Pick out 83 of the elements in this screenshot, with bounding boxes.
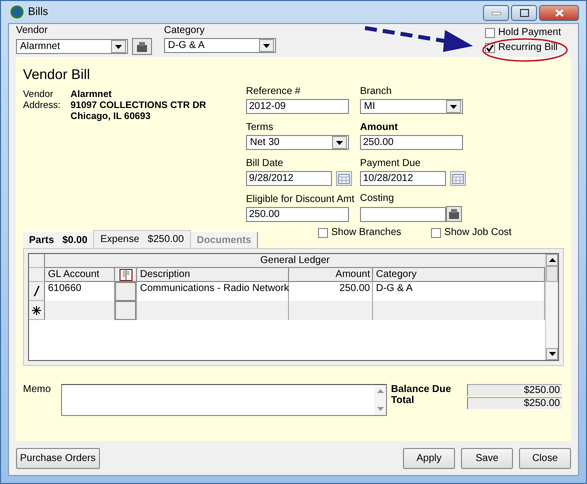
text-field[interactable]: 250.00 — [246, 207, 349, 222]
text-field[interactable]: 2012-09 — [246, 99, 349, 114]
up-arrow-icon — [376, 389, 384, 393]
corner-header — [29, 254, 45, 268]
costing-field[interactable] — [360, 206, 446, 222]
caret-icon — [336, 140, 343, 144]
memo-field[interactable] — [61, 384, 387, 416]
column-header[interactable]: Category — [373, 268, 545, 282]
memo-label: Memo — [23, 384, 52, 395]
address-line: Chicago, IL 60693 — [70, 111, 152, 122]
close-button[interactable] — [539, 5, 579, 21]
minimize-icon — [492, 12, 500, 14]
category-label: Category — [164, 25, 206, 37]
tab[interactable]: Parts $0.00 — [23, 232, 94, 248]
field-label: Payment Due — [360, 158, 422, 169]
option-checkbox[interactable]: Show Job Cost — [431, 227, 512, 238]
briefcase-icon — [448, 209, 460, 219]
briefcase-icon — [136, 42, 148, 52]
vendor-label: Vendor — [16, 25, 49, 37]
caret-icon — [115, 44, 122, 48]
purchase-orders-button[interactable]: Purchase Orders — [16, 448, 100, 468]
row-header[interactable] — [29, 282, 45, 301]
column-header[interactable]: Description — [137, 268, 289, 282]
scrollbar[interactable] — [545, 254, 558, 360]
minimize-button[interactable] — [483, 5, 509, 21]
address-label: Address: — [23, 100, 60, 111]
lookup-button[interactable] — [446, 206, 462, 222]
tab[interactable]: Expense $250.00 — [93, 230, 191, 248]
down-arrow-icon — [548, 352, 556, 356]
up-arrow-icon — [548, 258, 556, 262]
action-button[interactable]: Save — [461, 448, 513, 468]
action-button[interactable]: Close — [519, 448, 571, 468]
maximize-button[interactable] — [511, 5, 537, 21]
calendar-icon — [338, 174, 350, 184]
select-field[interactable]: MI — [360, 99, 463, 114]
field-label: Amount — [360, 122, 399, 133]
panel-title: Vendor Bill — [23, 66, 91, 84]
caret-icon — [450, 104, 457, 108]
address-line: 91097 COLLECTIONS CTR DR — [70, 100, 206, 111]
notebook-icon — [118, 268, 132, 280]
address-line: Alarmnet — [70, 89, 113, 100]
down-arrow-icon — [376, 407, 384, 411]
vendor-dropdown[interactable]: Alarmnet — [16, 39, 128, 54]
field-label: Branch — [360, 86, 393, 97]
field-label: Terms — [246, 122, 274, 133]
window-title: Bills — [28, 6, 48, 18]
option-checkbox[interactable]: Show Branches — [318, 227, 402, 238]
select-field[interactable]: Net 30 — [246, 135, 349, 150]
group-header: General Ledger — [45, 254, 545, 268]
pencil-icon — [32, 285, 40, 297]
text-field[interactable]: 250.00 — [360, 135, 463, 150]
calendar-button[interactable] — [336, 171, 352, 186]
address-label: Vendor — [23, 89, 54, 100]
column-header[interactable]: Amount — [289, 268, 373, 282]
date-field[interactable]: 9/28/2012 — [246, 171, 332, 186]
total-label: Total — [391, 395, 416, 406]
calendar-button[interactable] — [450, 171, 466, 186]
caret-icon — [263, 44, 270, 48]
scroll-thumb[interactable] — [546, 266, 558, 282]
row-button[interactable] — [115, 301, 136, 320]
column-header[interactable]: GL Account — [45, 268, 115, 282]
option-checkbox[interactable]: Hold Payment — [485, 27, 561, 38]
field-label: Costing — [360, 193, 395, 204]
date-field[interactable]: 10/28/2012 — [360, 171, 446, 186]
asterisk-icon — [32, 306, 41, 314]
close-icon — [554, 9, 564, 17]
total-value: $250.00 — [467, 397, 562, 409]
category-dropdown[interactable]: D-G & A — [164, 38, 276, 53]
checkmark-icon — [486, 44, 494, 52]
maximize-icon — [520, 9, 528, 17]
total-label: Balance Due — [391, 384, 452, 395]
corner-header — [29, 268, 45, 282]
app-logo-icon — [10, 5, 24, 19]
field-label: Reference # — [246, 86, 302, 97]
column-header[interactable] — [115, 268, 137, 282]
row-header[interactable] — [29, 301, 45, 320]
lookup-button[interactable] — [132, 38, 152, 55]
field-label: Bill Date — [246, 158, 284, 169]
calendar-icon — [452, 174, 464, 184]
total-value: $250.00 — [467, 384, 562, 396]
field-label: Eligible for Discount Amt — [246, 194, 356, 205]
dashed-arrow-icon — [363, 24, 475, 54]
action-button[interactable]: Apply — [403, 448, 455, 468]
